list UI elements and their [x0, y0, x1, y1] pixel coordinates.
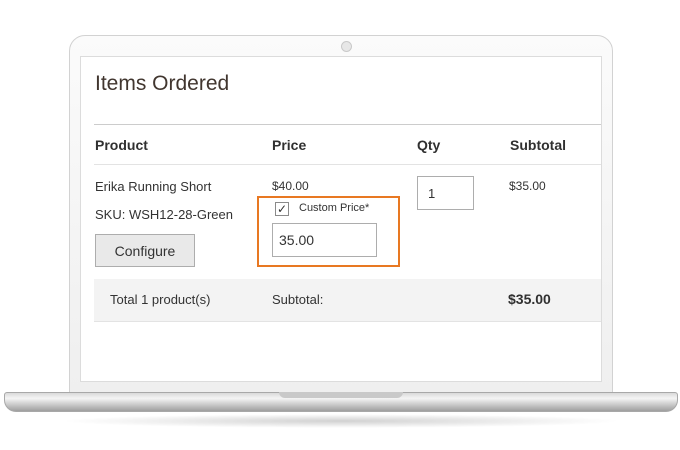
column-header-price: Price [272, 137, 307, 153]
column-header-qty: Qty [417, 137, 441, 153]
column-header-product: Product [95, 137, 148, 153]
row-subtotal: $35.00 [509, 179, 546, 193]
subtotal-label: Subtotal: [272, 292, 324, 307]
title-divider [94, 124, 601, 125]
subtotal-value: $35.00 [508, 291, 551, 307]
laptop-shadow [60, 414, 622, 428]
custom-price-input[interactable] [272, 223, 377, 257]
total-products-label: Total 1 product(s) [110, 292, 211, 307]
header-divider [94, 164, 601, 165]
configure-button[interactable]: Configure [95, 234, 195, 267]
laptop-notch [279, 392, 403, 398]
webcam [341, 41, 352, 52]
checkmark-icon: ✓ [276, 202, 288, 216]
totals-bar: Total 1 product(s) Subtotal: $35.00 [94, 279, 601, 322]
original-price: $40.00 [272, 179, 309, 193]
product-name: Erika Running Short [95, 179, 212, 194]
custom-price-checkbox[interactable]: ✓ [275, 202, 289, 216]
section-title: Items Ordered [95, 72, 230, 95]
product-sku: SKU: WSH12-28-Green [95, 207, 233, 222]
custom-price-label: Custom Price* [299, 202, 370, 214]
qty-input[interactable] [417, 176, 474, 210]
column-header-subtotal: Subtotal [510, 137, 566, 153]
laptop-screen: Items Ordered Product Price Qty Subtotal… [80, 56, 602, 382]
